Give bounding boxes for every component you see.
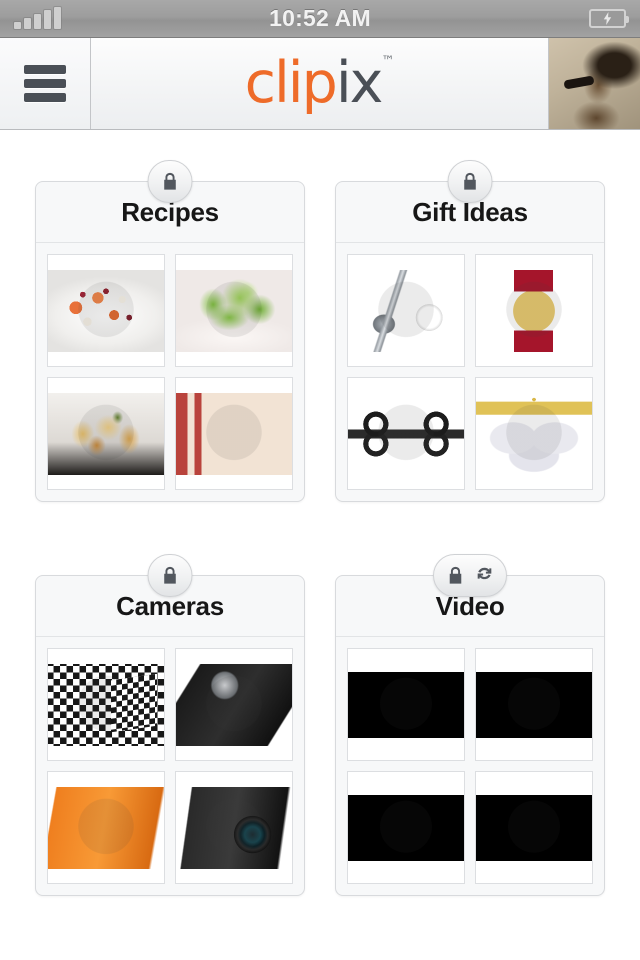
clip-thumbnail[interactable] (47, 648, 165, 761)
green-salad-plate (176, 269, 292, 352)
clip-thumbnail[interactable] (347, 771, 465, 884)
logo-primary-text: clip (244, 50, 338, 116)
clip-card[interactable]: Video (335, 575, 605, 896)
lock-icon (164, 566, 176, 584)
watermark-overlay (476, 392, 592, 475)
clip-thumbnail[interactable] (347, 648, 465, 761)
lock-icon (164, 172, 176, 190)
sync-icon (477, 567, 492, 580)
status-bar: 10:52 AM (0, 0, 640, 38)
clip-card[interactable]: Gift Ideas (335, 181, 605, 502)
clip-thumbnail-grid (36, 637, 304, 895)
lock-icon (464, 172, 476, 190)
watermark-overlay (48, 269, 164, 352)
watermark-overlay (176, 663, 292, 746)
hamburger-menu-icon[interactable] (0, 38, 91, 129)
quadcopter-drone-with-phone (348, 392, 464, 475)
watermark-overlay (348, 392, 464, 475)
sunglasses-detail (562, 75, 595, 90)
golf-club-and-ball (348, 269, 464, 352)
watermark-overlay (476, 671, 592, 738)
roasted-potatoes-pan (48, 392, 164, 475)
app-header: clipix™ (0, 38, 640, 130)
black-white-singer-video (476, 671, 592, 738)
watermark-overlay (48, 663, 164, 746)
clip-thumbnail-grid (36, 243, 304, 501)
clips-row: Cameras Video (0, 554, 640, 896)
clip-thumbnail[interactable] (47, 771, 165, 884)
watermark-overlay (48, 392, 164, 475)
clip-thumbnail-grid (336, 637, 604, 895)
clip-status-badge[interactable] (433, 554, 507, 597)
clip-recipes: Recipes (35, 160, 305, 502)
clip-video: Video (335, 554, 605, 896)
logo-secondary-text: ix (335, 50, 384, 116)
clip-thumbnail-grid (336, 243, 604, 501)
clip-thumbnail[interactable] (175, 377, 293, 490)
clip-thumbnail[interactable] (475, 648, 593, 761)
red-cinema-camera (176, 663, 292, 746)
watermark-overlay (176, 392, 292, 475)
live-singer-video (348, 794, 464, 861)
clip-gift-ideas: Gift Ideas (335, 160, 605, 502)
clip-cameras: Cameras (35, 554, 305, 896)
food-animation-video (476, 794, 592, 861)
watermark-overlay (176, 786, 292, 869)
checkered-pinhole-camera (48, 663, 164, 746)
clip-thumbnail[interactable] (175, 648, 293, 761)
lock-icon (449, 566, 462, 584)
clip-thumbnail[interactable] (347, 377, 465, 490)
watermark-overlay (476, 794, 592, 861)
clip-thumbnail[interactable] (47, 377, 165, 490)
watermark-overlay (348, 269, 464, 352)
clips-row: Recipes Gift Ideas (0, 160, 640, 502)
clip-thumbnail[interactable] (475, 771, 593, 884)
lightning-bolt-icon (603, 12, 612, 25)
clip-thumbnail[interactable] (175, 254, 293, 367)
clip-thumbnail[interactable] (175, 771, 293, 884)
clips-board: Recipes Gift Ideas Cameras Video (0, 130, 640, 960)
watermark-overlay (348, 794, 464, 861)
fruit-salad-bowl (48, 269, 164, 352)
stage-performance-video (348, 671, 464, 738)
mom-heart-necklace (476, 392, 592, 475)
clip-card[interactable]: Recipes (35, 181, 305, 502)
clip-status-badge[interactable] (447, 160, 493, 203)
status-bar-clock: 10:52 AM (269, 5, 371, 31)
watermark-overlay (348, 671, 464, 738)
clip-thumbnail[interactable] (475, 377, 593, 490)
clip-thumbnail[interactable] (47, 254, 165, 367)
clip-thumbnail[interactable] (347, 254, 465, 367)
battery-charging-icon (589, 9, 629, 28)
app-logo[interactable]: clipix™ (91, 38, 548, 129)
watermark-overlay (476, 269, 592, 352)
watermark-overlay (176, 269, 292, 352)
clip-status-badge[interactable] (147, 160, 193, 203)
clip-status-badge[interactable] (147, 554, 193, 597)
red-strap-heart-watch (476, 269, 592, 352)
black-lumix-bridge-camera (176, 786, 292, 869)
orange-exilim-compact-camera (48, 786, 164, 869)
logo-trademark: ™ (381, 54, 395, 69)
clip-card[interactable]: Cameras (35, 575, 305, 896)
clip-thumbnail[interactable] (475, 254, 593, 367)
avatar[interactable] (548, 38, 640, 129)
watermark-overlay (48, 786, 164, 869)
cookbook-cutting-board (176, 392, 292, 475)
